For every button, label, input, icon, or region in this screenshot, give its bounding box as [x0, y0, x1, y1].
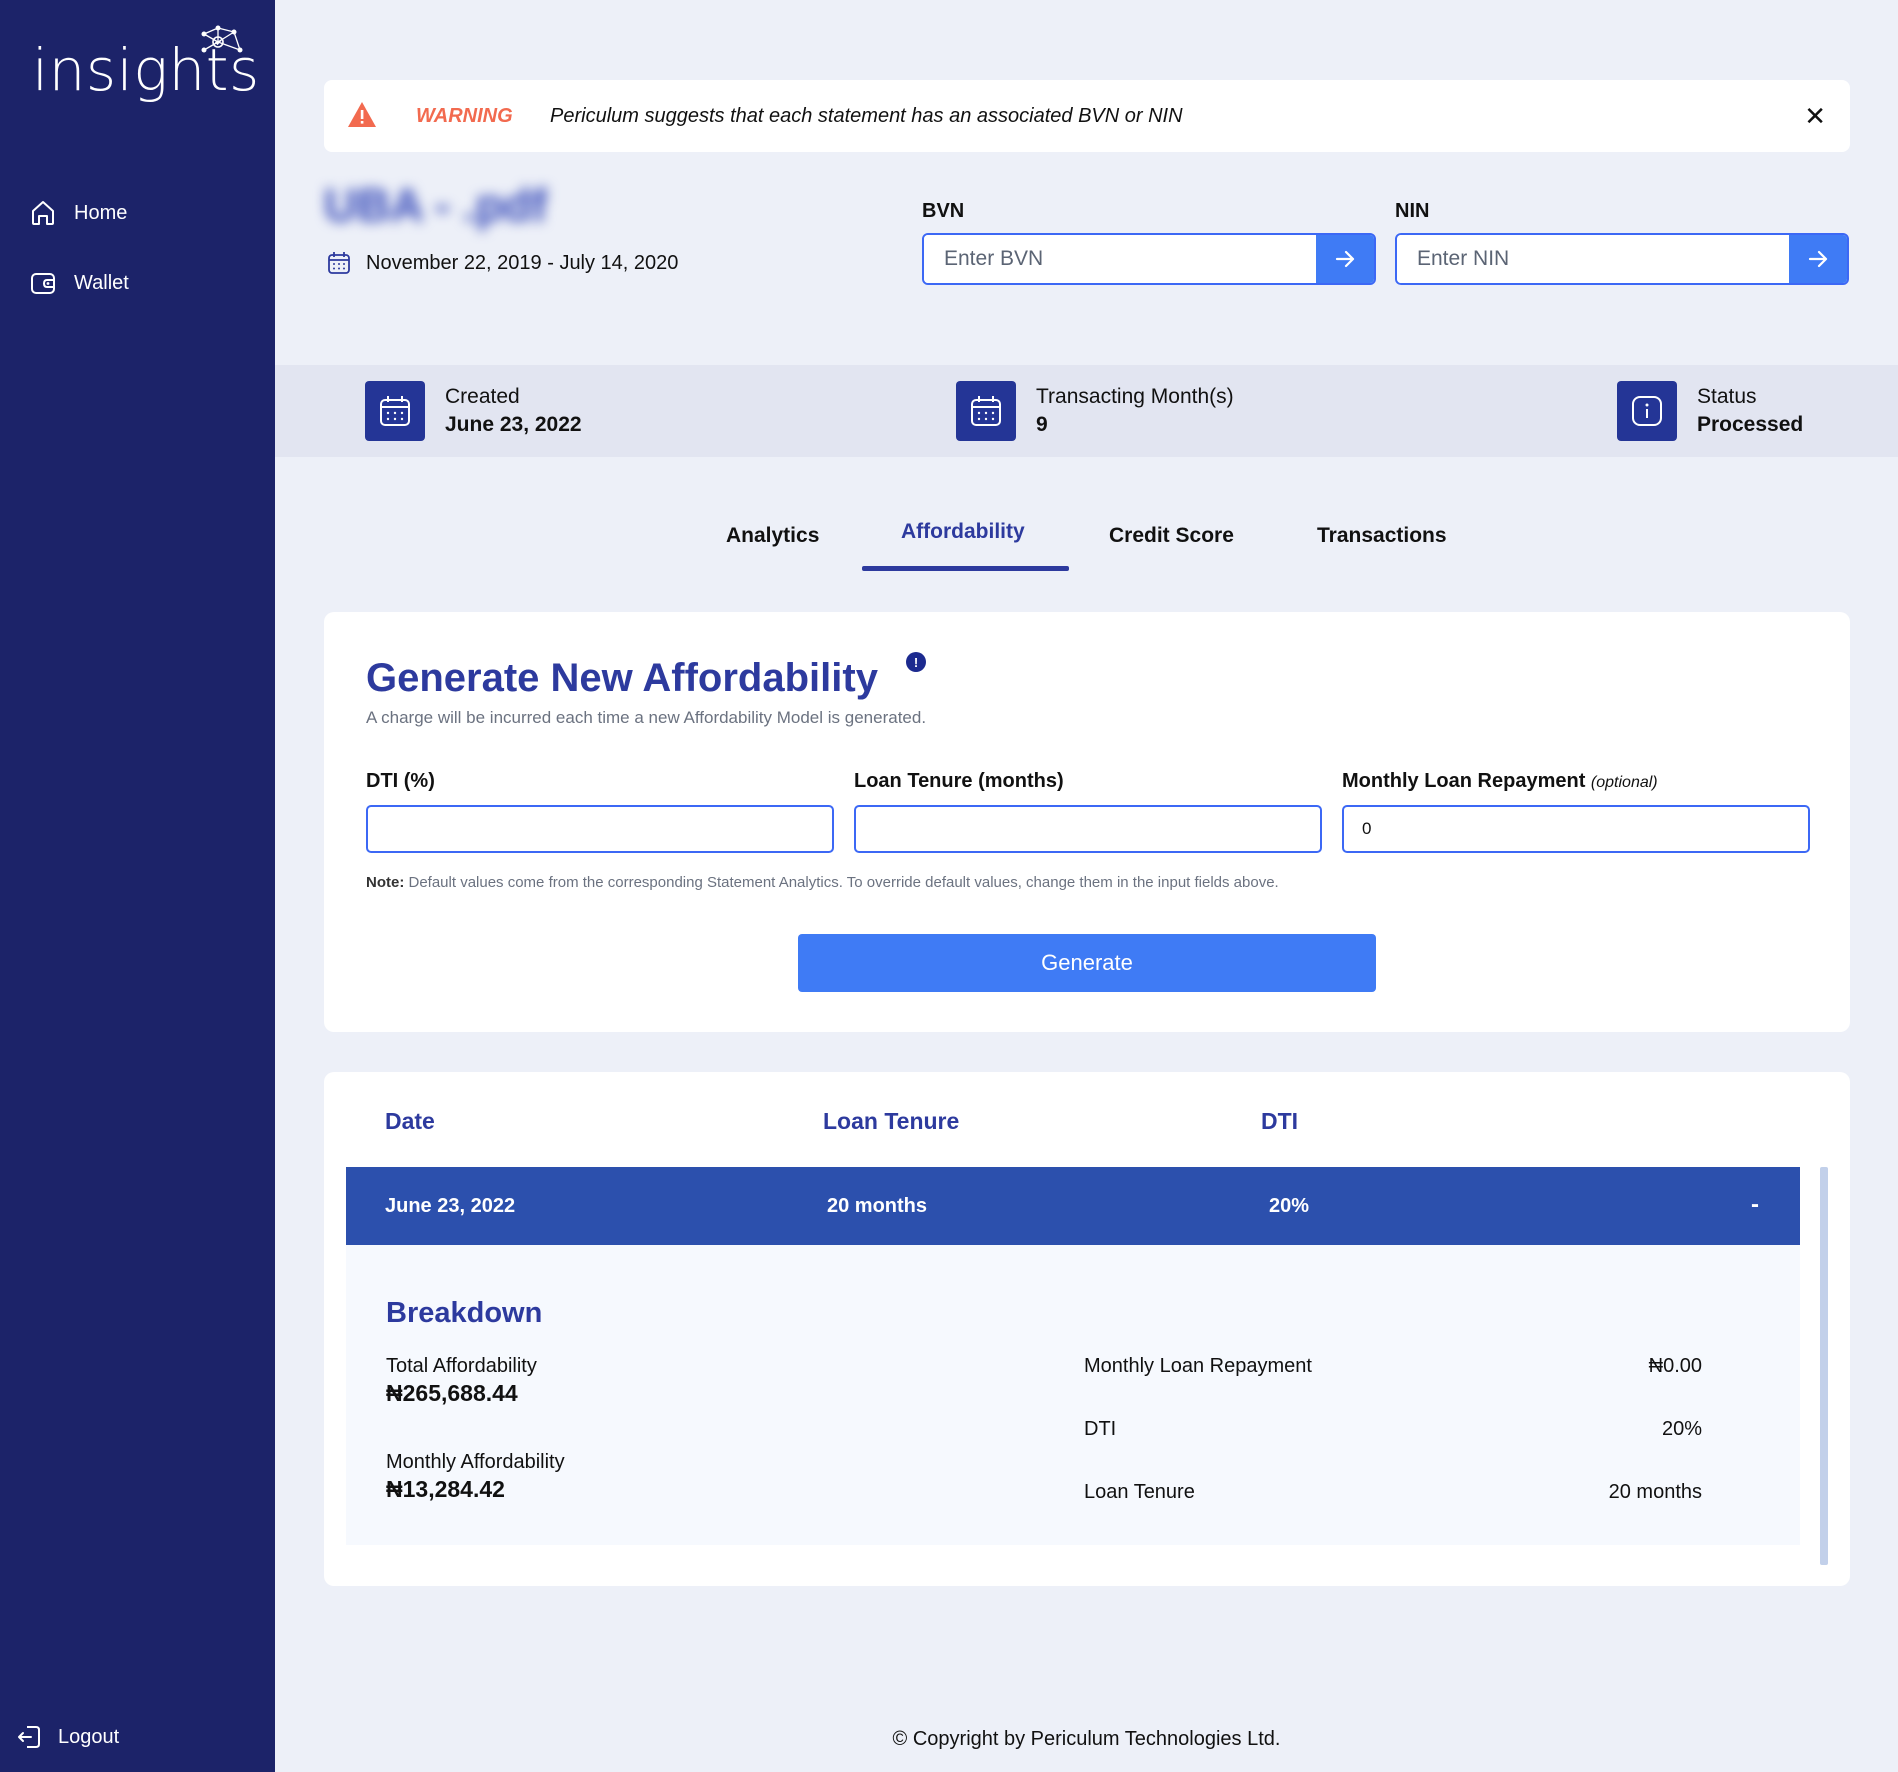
- total-affordability: Total Affordability ₦265,688.44: [386, 1355, 537, 1407]
- generate-subtitle: A charge will be incurred each time a ne…: [366, 708, 927, 727]
- nin-label: NIN: [1395, 200, 1430, 222]
- column-header-date: Date: [385, 1108, 435, 1134]
- nin-input[interactable]: [1397, 235, 1789, 283]
- collapse-toggle[interactable]: -: [1751, 1191, 1759, 1219]
- info-icon: [1617, 381, 1677, 441]
- wallet-icon: [31, 273, 55, 294]
- tab-affordability[interactable]: Affordability: [901, 520, 1025, 544]
- dti-label: DTI (%): [366, 770, 435, 792]
- dti-input[interactable]: [366, 805, 834, 853]
- status-badge: Processed: [1697, 413, 1804, 436]
- generate-title: Generate New Affordability: [366, 656, 878, 700]
- breakdown-tenure-value: 20 months: [1608, 1481, 1702, 1503]
- arrow-right-icon: [1808, 250, 1828, 268]
- table-row[interactable]: June 23, 2022 20 months 20% -: [346, 1167, 1800, 1245]
- breakdown-dti-label: DTI: [1084, 1418, 1117, 1440]
- default-values-note: Note: Default values come from the corre…: [366, 874, 1279, 891]
- created-info: Created June 23, 2022: [365, 381, 582, 441]
- transacting-months-value: 9: [1036, 413, 1048, 436]
- sidebar: insights Home Wallet Logout: [0, 0, 275, 1772]
- loan-tenure-field: Loan Tenure (months): [854, 770, 1322, 853]
- close-icon[interactable]: ✕: [1804, 101, 1826, 132]
- dti-field: DTI (%): [366, 770, 834, 853]
- nin-submit-button[interactable]: [1789, 235, 1847, 283]
- breakdown-repayment-value: ₦0.00: [1648, 1355, 1702, 1377]
- breakdown-repayment-row: Monthly Loan Repayment ₦0.00: [1084, 1355, 1702, 1378]
- monthly-affordability-label: Monthly Affordability: [386, 1451, 565, 1473]
- sidebar-item-home[interactable]: Home: [28, 198, 127, 228]
- transacting-months-label: Transacting Month(s): [1036, 385, 1234, 408]
- column-header-dti: DTI: [1261, 1108, 1299, 1134]
- tab-bar: Analytics Affordability Credit Score Tra…: [0, 510, 1898, 572]
- optional-label: (optional): [1590, 774, 1658, 791]
- nin-input-group: [1395, 233, 1849, 285]
- footer-copyright: © Copyright by Periculum Technologies Lt…: [892, 1728, 1281, 1750]
- transacting-months-info: Transacting Month(s) 9: [956, 381, 1234, 441]
- status-info: Status Processed: [1617, 381, 1803, 441]
- breakdown-title: Breakdown: [386, 1297, 543, 1329]
- calendar-icon: [328, 252, 350, 274]
- generate-affordability-card: Generate New Affordability ! A charge wi…: [324, 612, 1850, 1032]
- note-text: Default values come from the correspondi…: [404, 874, 1279, 891]
- statement-date-range: November 22, 2019 - July 14, 2020: [326, 250, 678, 276]
- breakdown-dti-value: 20%: [1661, 1418, 1702, 1440]
- row-dti: 20%: [1269, 1195, 1310, 1217]
- home-icon: [32, 201, 54, 225]
- breakdown-panel: Breakdown Total Affordability ₦265,688.4…: [346, 1245, 1800, 1545]
- created-value: June 23, 2022: [445, 413, 582, 436]
- monthly-affordability-value: ₦13,284.42: [386, 1476, 505, 1502]
- row-loan-tenure: 20 months: [827, 1195, 928, 1217]
- tab-analytics[interactable]: Analytics: [726, 524, 819, 548]
- statement-file-name: UBA - .pdf: [324, 179, 548, 231]
- calendar-icon: [365, 381, 425, 441]
- calendar-icon: [956, 381, 1016, 441]
- monthly-repayment-label-row: Monthly Loan Repayment (optional): [1342, 770, 1810, 793]
- logo-network-icon: [201, 25, 243, 53]
- column-header-loan-tenure: Loan Tenure: [823, 1108, 960, 1134]
- bvn-input[interactable]: [924, 235, 1316, 283]
- loan-tenure-label: Loan Tenure (months): [854, 770, 1064, 792]
- warning-message: Periculum suggests that each statement h…: [550, 104, 1183, 127]
- breakdown-repayment-label: Monthly Loan Repayment: [1084, 1355, 1312, 1377]
- tab-credit-score[interactable]: Credit Score: [1109, 524, 1234, 548]
- loan-tenure-input[interactable]: [854, 805, 1322, 853]
- bvn-submit-button[interactable]: [1316, 235, 1374, 283]
- monthly-repayment-field: Monthly Loan Repayment (optional): [1342, 770, 1810, 853]
- bvn-label: BVN: [922, 200, 965, 222]
- arrow-right-icon: [1335, 250, 1355, 268]
- nin-field: NIN: [1395, 200, 1849, 285]
- monthly-repayment-label: Monthly Loan Repayment: [1342, 770, 1586, 792]
- active-tab-indicator: [862, 566, 1069, 571]
- bvn-field: BVN: [922, 200, 1376, 285]
- monthly-affordability: Monthly Affordability ₦13,284.42: [386, 1451, 565, 1503]
- sidebar-item-label: Wallet: [74, 271, 129, 294]
- sidebar-item-wallet[interactable]: Wallet: [28, 268, 129, 298]
- affordability-history-card: Date Loan Tenure DTI June 23, 2022 20 mo…: [324, 1072, 1850, 1586]
- date-range-text: November 22, 2019 - July 14, 2020: [366, 251, 679, 274]
- breakdown-dti-row: DTI 20%: [1084, 1418, 1702, 1441]
- total-affordability-label: Total Affordability: [386, 1355, 537, 1377]
- scrollbar[interactable]: [1820, 1167, 1828, 1565]
- info-icon[interactable]: !: [906, 652, 926, 672]
- bvn-input-group: [922, 233, 1376, 285]
- sidebar-item-label: Home: [74, 201, 128, 224]
- warning-icon: [348, 102, 376, 127]
- row-date: June 23, 2022: [385, 1195, 516, 1217]
- created-label: Created: [445, 385, 520, 408]
- breakdown-tenure-label: Loan Tenure: [1084, 1481, 1195, 1503]
- status-label: Status: [1697, 385, 1757, 408]
- total-affordability-value: ₦265,688.44: [386, 1380, 518, 1406]
- warning-banner: WARNING Periculum suggests that each sta…: [324, 80, 1850, 152]
- breakdown-tenure-row: Loan Tenure 20 months: [1084, 1481, 1702, 1504]
- statement-info-strip: Created June 23, 2022 Transacting Month(…: [275, 365, 1898, 457]
- monthly-repayment-input[interactable]: [1342, 805, 1810, 853]
- warning-label: WARNING: [416, 104, 513, 127]
- generate-button[interactable]: Generate: [798, 934, 1376, 992]
- note-label: Note:: [366, 874, 405, 891]
- tab-transactions[interactable]: Transactions: [1317, 524, 1447, 548]
